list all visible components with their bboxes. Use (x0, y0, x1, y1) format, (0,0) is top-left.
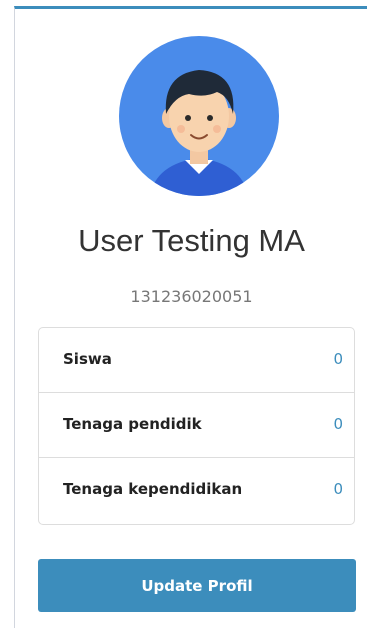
stat-label-tenaga-kependidikan: Tenaga kependidikan (63, 480, 243, 498)
stat-label-siswa: Siswa (63, 350, 112, 368)
profile-name: User Testing MA (78, 223, 305, 258)
update-profile-button[interactable]: Update Profil (38, 559, 356, 612)
stat-value-tenaga-kependidikan[interactable]: 0 (333, 480, 343, 498)
stats-list: Siswa 0 Tenaga pendidik 0 Tenaga kependi… (38, 327, 355, 525)
list-item: Tenaga kependidikan 0 (39, 458, 354, 524)
stat-value-tenaga-pendidik[interactable]: 0 (333, 415, 343, 433)
user-avatar-icon (119, 36, 279, 196)
list-item: Siswa 0 (39, 328, 354, 393)
stat-label-tenaga-pendidik: Tenaga pendidik (63, 415, 202, 433)
profile-box: User Testing MA 131236020051 Siswa 0 Ten… (14, 6, 367, 628)
profile-id-number: 131236020051 (130, 287, 253, 306)
list-item: Tenaga pendidik 0 (39, 393, 354, 458)
stat-value-siswa[interactable]: 0 (333, 350, 343, 368)
